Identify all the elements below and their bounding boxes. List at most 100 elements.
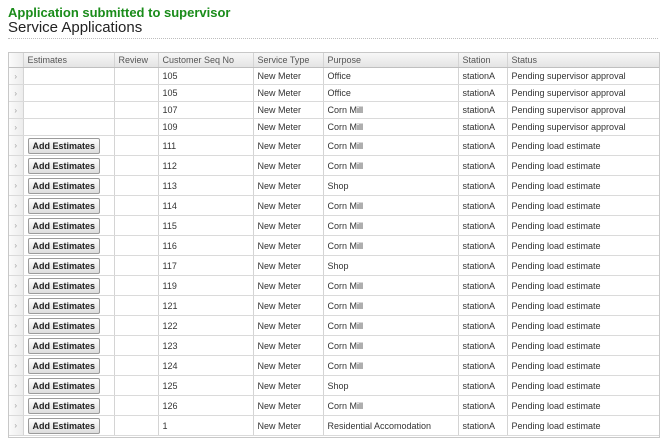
customer-seq-cell: 123 bbox=[158, 335, 254, 356]
add-estimates-button[interactable]: Add Estimates bbox=[27, 377, 101, 394]
table-row[interactable]: › 105 New Meter Office stationA Pending super… bbox=[9, 67, 659, 85]
review-cell bbox=[114, 395, 159, 416]
add-estimates-button[interactable]: Add Estimates bbox=[27, 337, 101, 354]
row-indicator-icon[interactable]: › bbox=[9, 135, 24, 156]
row-indicator-icon[interactable]: › bbox=[9, 375, 24, 396]
estimates-cell: Add Estimates bbox=[23, 195, 115, 216]
review-cell bbox=[114, 175, 159, 196]
estimates-cell: Add Estimates bbox=[23, 295, 115, 316]
row-indicator-icon[interactable]: › bbox=[9, 101, 24, 119]
table-row[interactable]: › Add Estimates 116 New Meter Corn Mill stati… bbox=[9, 235, 659, 256]
row-indicator-icon[interactable]: › bbox=[9, 255, 24, 276]
add-estimates-button[interactable]: Add Estimates bbox=[27, 177, 101, 194]
header-row: Estimates Review Customer Seq No Service… bbox=[9, 53, 659, 68]
row-indicator-icon[interactable]: › bbox=[9, 275, 24, 296]
table-row[interactable]: › Add Estimates 112 New Meter Corn Mill stati… bbox=[9, 155, 659, 176]
add-estimates-button[interactable]: Add Estimates bbox=[27, 257, 101, 274]
add-estimates-button[interactable]: Add Estimates bbox=[27, 397, 101, 414]
row-indicator-icon[interactable]: › bbox=[9, 355, 24, 376]
add-estimates-button[interactable]: Add Estimates bbox=[27, 417, 101, 434]
row-indicator-icon[interactable]: › bbox=[9, 395, 24, 416]
customer-seq-cell: 114 bbox=[158, 195, 254, 216]
row-indicator-icon[interactable]: › bbox=[9, 175, 24, 196]
review-cell bbox=[114, 235, 159, 256]
row-indicator-icon[interactable]: › bbox=[9, 335, 24, 356]
table-row[interactable]: › Add Estimates 123 New Meter Corn Mill stati… bbox=[9, 335, 659, 356]
purpose-cell: Corn Mill bbox=[323, 275, 459, 296]
service-type-cell: New Meter bbox=[253, 235, 324, 256]
row-indicator-icon[interactable]: › bbox=[9, 84, 24, 102]
estimates-cell: Add Estimates bbox=[23, 375, 115, 396]
column-header-review[interactable]: Review bbox=[114, 53, 159, 68]
column-header-status[interactable]: Status bbox=[507, 53, 659, 68]
add-estimates-button[interactable]: Add Estimates bbox=[27, 297, 101, 314]
review-cell bbox=[114, 295, 159, 316]
service-type-cell: New Meter bbox=[253, 195, 324, 216]
station-cell: stationA bbox=[458, 395, 508, 416]
column-header-station[interactable]: Station bbox=[458, 53, 508, 68]
add-estimates-button[interactable]: Add Estimates bbox=[27, 277, 101, 294]
row-indicator-icon[interactable]: › bbox=[9, 315, 24, 336]
row-indicator-icon[interactable]: › bbox=[9, 415, 24, 436]
column-header-purpose[interactable]: Purpose bbox=[323, 53, 459, 68]
add-estimates-button[interactable]: Add Estimates bbox=[27, 237, 101, 254]
add-estimates-button[interactable]: Add Estimates bbox=[27, 217, 101, 234]
table-row[interactable]: › Add Estimates 117 New Meter Shop stationA Pe… bbox=[9, 255, 659, 276]
estimates-cell: Add Estimates bbox=[23, 415, 115, 436]
customer-seq-cell: 105 bbox=[158, 67, 254, 85]
estimates-cell: Add Estimates bbox=[23, 135, 115, 156]
purpose-cell: Shop bbox=[323, 175, 459, 196]
table-row[interactable]: › 105 New Meter Office stationA Pending super… bbox=[9, 84, 659, 102]
service-applications-grid: Estimates Review Customer Seq No Service… bbox=[8, 52, 660, 438]
row-indicator-icon[interactable]: › bbox=[9, 295, 24, 316]
table-row[interactable]: › Add Estimates 122 New Meter Corn Mill stati… bbox=[9, 315, 659, 336]
status-cell: Pending load estimate bbox=[507, 415, 659, 436]
estimates-cell: Add Estimates bbox=[23, 235, 115, 256]
row-indicator-icon[interactable]: › bbox=[9, 215, 24, 236]
table-row[interactable]: › Add Estimates 114 New Meter Corn Mill stati… bbox=[9, 195, 659, 216]
row-indicator-icon[interactable]: › bbox=[9, 235, 24, 256]
table-row[interactable]: › Add Estimates 119 New Meter Corn Mill stati… bbox=[9, 275, 659, 296]
station-cell: stationA bbox=[458, 315, 508, 336]
column-header-service-type[interactable]: Service Type bbox=[253, 53, 324, 68]
station-cell: stationA bbox=[458, 215, 508, 236]
review-cell bbox=[114, 118, 159, 136]
purpose-cell: Corn Mill bbox=[323, 315, 459, 336]
add-estimates-button[interactable]: Add Estimates bbox=[27, 197, 101, 214]
estimates-cell: Add Estimates bbox=[23, 155, 115, 176]
status-cell: Pending load estimate bbox=[507, 335, 659, 356]
table-row[interactable]: › Add Estimates 121 New Meter Corn Mill stati… bbox=[9, 295, 659, 316]
review-cell bbox=[114, 101, 159, 119]
applications-table: Estimates Review Customer Seq No Service… bbox=[9, 53, 659, 436]
table-row[interactable]: › Add Estimates 125 New Meter Shop stationA Pe… bbox=[9, 375, 659, 396]
add-estimates-button[interactable]: Add Estimates bbox=[27, 317, 101, 334]
purpose-cell: Office bbox=[323, 84, 459, 102]
row-indicator-icon[interactable]: › bbox=[9, 67, 24, 85]
purpose-cell: Corn Mill bbox=[323, 118, 459, 136]
add-estimates-button[interactable]: Add Estimates bbox=[27, 157, 101, 174]
table-row[interactable]: › Add Estimates 115 New Meter Corn Mill stati… bbox=[9, 215, 659, 236]
column-header-customer-seq-no[interactable]: Customer Seq No bbox=[158, 53, 254, 68]
table-row[interactable]: › Add Estimates 111 New Meter Corn Mill stati… bbox=[9, 135, 659, 156]
title-divider bbox=[8, 38, 658, 39]
status-cell: Pending load estimate bbox=[507, 175, 659, 196]
add-estimates-button[interactable]: Add Estimates bbox=[27, 137, 101, 154]
purpose-cell: Shop bbox=[323, 375, 459, 396]
column-header-estimates[interactable]: Estimates bbox=[23, 53, 115, 68]
status-cell: Pending load estimate bbox=[507, 275, 659, 296]
status-cell: Pending load estimate bbox=[507, 215, 659, 236]
row-indicator-icon[interactable]: › bbox=[9, 118, 24, 136]
row-indicator-icon[interactable]: › bbox=[9, 155, 24, 176]
customer-seq-cell: 111 bbox=[158, 135, 254, 156]
status-cell: Pending load estimate bbox=[507, 315, 659, 336]
table-row[interactable]: › Add Estimates 124 New Meter Corn Mill stati… bbox=[9, 355, 659, 376]
table-row[interactable]: › 107 New Meter Corn Mill stationA Pending su… bbox=[9, 101, 659, 119]
table-row[interactable]: › 109 New Meter Corn Mill stationA Pending su… bbox=[9, 118, 659, 136]
service-type-cell: New Meter bbox=[253, 335, 324, 356]
add-estimates-button[interactable]: Add Estimates bbox=[27, 357, 101, 374]
table-row[interactable]: › Add Estimates 1 New Meter Residential Acco… bbox=[9, 415, 659, 436]
customer-seq-cell: 115 bbox=[158, 215, 254, 236]
table-row[interactable]: › Add Estimates 126 New Meter Corn Mill stati… bbox=[9, 395, 659, 416]
row-indicator-icon[interactable]: › bbox=[9, 195, 24, 216]
table-row[interactable]: › Add Estimates 113 New Meter Shop stationA Pe… bbox=[9, 175, 659, 196]
